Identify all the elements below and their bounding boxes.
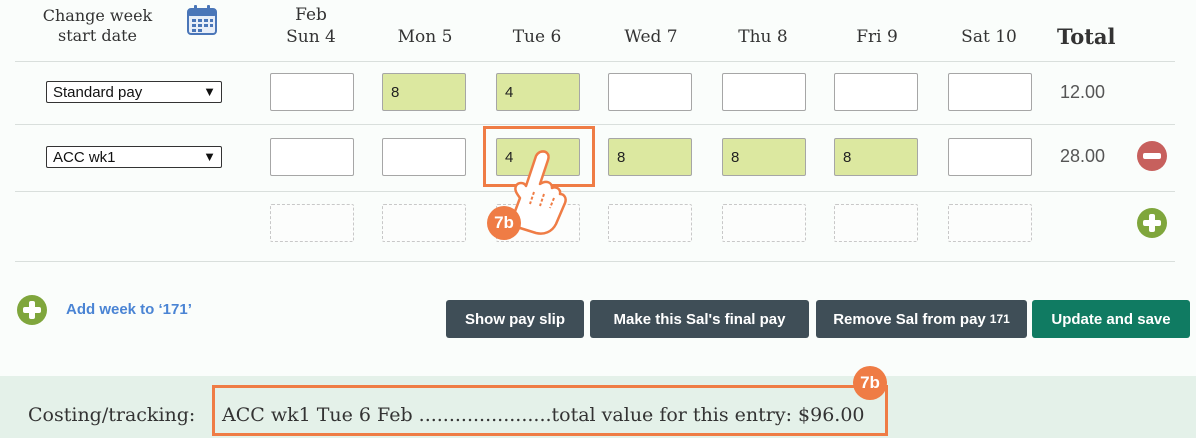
pay-type-value: Standard pay (53, 84, 143, 101)
calendar-icon[interactable] (186, 4, 218, 36)
day-header-tue: Tue 6 (512, 27, 562, 47)
hours-input-empty[interactable] (834, 204, 918, 242)
add-week-link[interactable]: Add week to ‘171’ (66, 301, 192, 318)
pay-number: 171 (989, 312, 1010, 326)
change-week-label[interactable]: Change week start date (30, 6, 165, 46)
plus-circle-icon[interactable] (1136, 207, 1168, 239)
hours-input[interactable] (948, 73, 1032, 111)
update-save-button[interactable]: Update and save (1032, 300, 1190, 338)
pay-type-value: ACC wk1 (53, 149, 116, 166)
hours-input[interactable] (834, 73, 918, 111)
day-label: Sun 4 (286, 27, 336, 47)
day-header-sat: Sat 10 (961, 27, 1017, 47)
hours-input[interactable]: 8 (382, 73, 466, 111)
day-header-mon: Mon 5 (397, 27, 453, 47)
hours-input-empty[interactable] (270, 204, 354, 242)
divider (15, 261, 1175, 262)
hours-input-empty[interactable] (948, 204, 1032, 242)
hours-input[interactable]: 8 (722, 138, 806, 176)
add-week-plus-icon[interactable] (16, 294, 48, 326)
chevron-down-icon: ▼ (203, 84, 216, 99)
costing-entry: ACC wk1 Tue 6 Feb ......................… (222, 404, 865, 426)
row-total: 12.00 (1060, 82, 1106, 102)
hours-input[interactable]: 8 (608, 138, 692, 176)
chevron-down-icon: ▼ (203, 149, 216, 164)
final-pay-button[interactable]: Make this Sal's final pay (590, 300, 809, 338)
hours-input[interactable] (722, 73, 806, 111)
remove-sal-button[interactable]: Remove Sal from pay 171 (816, 300, 1027, 338)
month-label: Feb (295, 5, 327, 25)
hours-input-empty[interactable] (382, 204, 466, 242)
step-badge: 7b (853, 366, 887, 400)
change-week-line2: start date (57, 26, 138, 45)
day-header-fri: Fri 9 (856, 27, 898, 47)
divider (15, 124, 1175, 125)
hours-input-empty[interactable] (722, 204, 806, 242)
hours-input[interactable] (608, 73, 692, 111)
hours-input[interactable]: 4 (496, 73, 580, 111)
pay-type-select[interactable]: Standard pay ▼ (46, 81, 222, 103)
hours-input[interactable]: 8 (834, 138, 918, 176)
change-week-line1: Change week (42, 6, 153, 25)
day-header-wed: Wed 7 (624, 27, 678, 47)
divider (15, 61, 1175, 62)
hours-input[interactable] (270, 73, 354, 111)
hours-input[interactable] (948, 138, 1032, 176)
day-header-thu: Thu 8 (738, 27, 788, 47)
minus-circle-icon[interactable] (1136, 140, 1168, 172)
hours-input[interactable] (270, 138, 354, 176)
show-pay-slip-button[interactable]: Show pay slip (446, 300, 584, 338)
step-badge: 7b (487, 206, 521, 240)
hours-input[interactable] (382, 138, 466, 176)
total-header: Total (1057, 24, 1116, 49)
hours-input-empty[interactable] (608, 204, 692, 242)
divider (15, 191, 1175, 192)
row-total: 28.00 (1060, 146, 1106, 166)
day-header-sun: Feb Sun 4 (266, 4, 356, 48)
pay-type-select[interactable]: ACC wk1 ▼ (46, 146, 222, 168)
remove-sal-label: Remove Sal from pay (833, 310, 986, 328)
costing-label: Costing/tracking: (28, 404, 196, 426)
